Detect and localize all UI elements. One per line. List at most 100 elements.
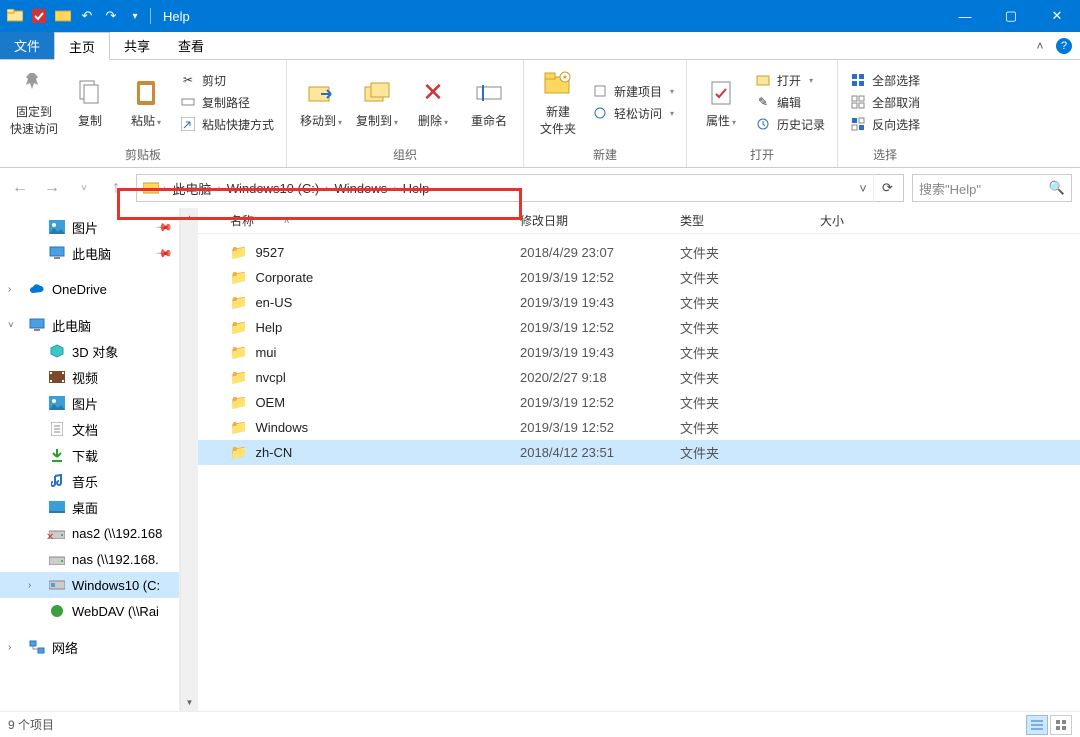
cut-button[interactable]: ✂剪切 [176, 71, 278, 90]
file-type: 文件夹 [672, 318, 812, 337]
sidebar-item[interactable]: ›Windows10 (C: [0, 572, 179, 598]
tab-share[interactable]: 共享 [110, 32, 164, 59]
sidebar-item[interactable]: ˅此电脑 [0, 312, 179, 338]
select-none-button[interactable]: 全部取消 [846, 93, 924, 112]
history-button[interactable]: 历史记录 [751, 115, 829, 134]
file-date: 2019/3/19 19:43 [512, 345, 672, 360]
folder-icon: 📁 [230, 344, 247, 361]
expander-icon[interactable]: › [8, 284, 11, 295]
file-row[interactable]: 📁Windows 2019/3/19 12:52 文件夹 [198, 415, 1080, 440]
paste-icon [134, 76, 158, 110]
copy-button[interactable]: 复制 [64, 74, 116, 131]
sidebar-item[interactable]: 图片 [0, 390, 179, 416]
breadcrumb-item[interactable]: Windows [329, 181, 394, 196]
column-header-name[interactable]: 名称˄ [222, 212, 512, 229]
close-button[interactable]: ✕ [1034, 0, 1080, 32]
file-row[interactable]: 📁zh-CN 2018/4/12 23:51 文件夹 [198, 440, 1080, 465]
up-button[interactable]: ↑ [104, 176, 128, 200]
copy-to-button[interactable]: 复制到▾ [351, 74, 403, 131]
ribbon-group-organize: 移动到▾ 复制到▾ ✕ 删除▾ 重命名 组织 [287, 60, 524, 167]
file-row[interactable]: 📁Help 2019/3/19 12:52 文件夹 [198, 315, 1080, 340]
paste-shortcut-button[interactable]: 粘贴快捷方式 [176, 115, 278, 134]
rename-button[interactable]: 重命名 [463, 74, 515, 131]
help-button[interactable]: ? [1056, 38, 1072, 54]
scissors-icon: ✂ [180, 72, 196, 88]
file-row[interactable]: 📁OEM 2019/3/19 12:52 文件夹 [198, 390, 1080, 415]
breadcrumb-item[interactable]: Help [397, 181, 436, 196]
collapse-ribbon-button[interactable]: ˄ [1030, 39, 1050, 53]
search-input[interactable]: 搜索"Help" 🔍 [912, 174, 1072, 202]
refresh-button[interactable]: ⟳ [873, 174, 901, 202]
column-header-date[interactable]: 修改日期 [512, 212, 672, 229]
breadcrumb-dropdown-button[interactable]: ˅ [853, 181, 873, 196]
breadcrumb-item[interactable]: Windows10 (C:) [221, 181, 325, 196]
sidebar-item[interactable]: nas (\\192.168. [0, 546, 179, 572]
file-row[interactable]: 📁Corporate 2019/3/19 12:52 文件夹 [198, 265, 1080, 290]
sidebar-item[interactable]: ›网络 [0, 634, 179, 660]
sidebar-item[interactable]: 桌面 [0, 494, 179, 520]
recent-locations-button[interactable]: ˅ [72, 176, 96, 200]
file-type: 文件夹 [672, 418, 812, 437]
expander-icon[interactable]: › [28, 580, 31, 591]
view-details-button[interactable] [1026, 715, 1048, 735]
sidebar-item-label: 图片 [72, 218, 98, 237]
breadcrumb[interactable]: › 此电脑 › Windows10 (C:) › Windows › Help … [136, 174, 904, 202]
sidebar-item[interactable]: ✕nas2 (\\192.168 [0, 520, 179, 546]
scroll-down-button[interactable]: ▼ [181, 693, 198, 711]
qat-dropdown-icon[interactable]: ▾ [124, 5, 146, 27]
paste-button[interactable]: 粘贴▾ [120, 74, 172, 131]
sidebar-item[interactable]: ›OneDrive [0, 276, 179, 302]
breadcrumb-item[interactable]: 此电脑 [166, 179, 217, 198]
qat-folder-icon[interactable] [52, 5, 74, 27]
minimize-button[interactable]: — [942, 0, 988, 32]
qat-redo-icon[interactable]: ↷ [100, 5, 122, 27]
view-icons-button[interactable] [1050, 715, 1072, 735]
file-row[interactable]: 📁nvcpl 2020/2/27 9:18 文件夹 [198, 365, 1080, 390]
history-icon [755, 116, 771, 132]
edit-button[interactable]: ✎编辑 [751, 93, 829, 112]
delete-button[interactable]: ✕ 删除▾ [407, 74, 459, 131]
forward-button[interactable]: → [40, 176, 64, 200]
easy-access-button[interactable]: 轻松访问▾ [588, 104, 678, 123]
sidebar-item[interactable]: 视频 [0, 364, 179, 390]
properties-button[interactable]: 属性▾ [695, 74, 747, 131]
sidebar-item-label: 音乐 [72, 472, 98, 491]
invert-selection-button[interactable]: 反向选择 [846, 115, 924, 134]
column-header-size[interactable]: 大小 [812, 212, 912, 229]
sidebar-item[interactable]: 3D 对象 [0, 338, 179, 364]
drive-icon [48, 579, 66, 591]
sidebar-item[interactable]: 文档 [0, 416, 179, 442]
sidebar-item[interactable]: WebDAV (\\Rai [0, 598, 179, 624]
qat-checkbox-icon[interactable] [28, 5, 50, 27]
expander-icon[interactable]: ˅ [8, 320, 14, 331]
file-row[interactable]: 📁en-US 2019/3/19 19:43 文件夹 [198, 290, 1080, 315]
tab-home[interactable]: 主页 [54, 32, 110, 60]
pc-icon [28, 318, 46, 332]
sidebar-item[interactable]: 音乐 [0, 468, 179, 494]
file-row[interactable]: 📁9527 2018/4/29 23:07 文件夹 [198, 240, 1080, 265]
copy-path-button[interactable]: 复制路径 [176, 93, 278, 112]
qat-undo-icon[interactable]: ↶ [76, 5, 98, 27]
sidebar-item[interactable]: 图片📌 [0, 214, 179, 240]
sidebar[interactable]: 图片📌此电脑📌›OneDrive˅此电脑3D 对象视频图片文档下载音乐桌面✕na… [0, 208, 180, 711]
tab-file[interactable]: 文件 [0, 32, 54, 59]
new-folder-button[interactable]: ✶ 新建 文件夹 [532, 65, 584, 139]
scroll-up-button[interactable]: ▲ [181, 208, 198, 226]
column-header-type[interactable]: 类型 [672, 212, 812, 229]
back-button[interactable]: ← [8, 176, 32, 200]
file-name: OEM [255, 395, 285, 410]
sidebar-scrollbar[interactable]: ▲ ▼ [180, 208, 198, 711]
open-button[interactable]: 打开▾ [751, 71, 829, 90]
sort-indicator-icon: ˄ [284, 216, 289, 226]
maximize-button[interactable]: ▢ [988, 0, 1034, 32]
menu-tabs: 文件 主页 共享 查看 ˄ ? [0, 32, 1080, 60]
sidebar-item[interactable]: 下载 [0, 442, 179, 468]
select-all-button[interactable]: 全部选择 [846, 71, 924, 90]
new-item-button[interactable]: 新建项目▾ [588, 82, 678, 101]
move-to-button[interactable]: 移动到▾ [295, 74, 347, 131]
file-row[interactable]: 📁mui 2019/3/19 19:43 文件夹 [198, 340, 1080, 365]
pin-to-quick-access-button[interactable]: 固定到 快速访问 [8, 65, 60, 139]
expander-icon[interactable]: › [8, 642, 11, 653]
tab-view[interactable]: 查看 [164, 32, 218, 59]
sidebar-item[interactable]: 此电脑📌 [0, 240, 179, 266]
